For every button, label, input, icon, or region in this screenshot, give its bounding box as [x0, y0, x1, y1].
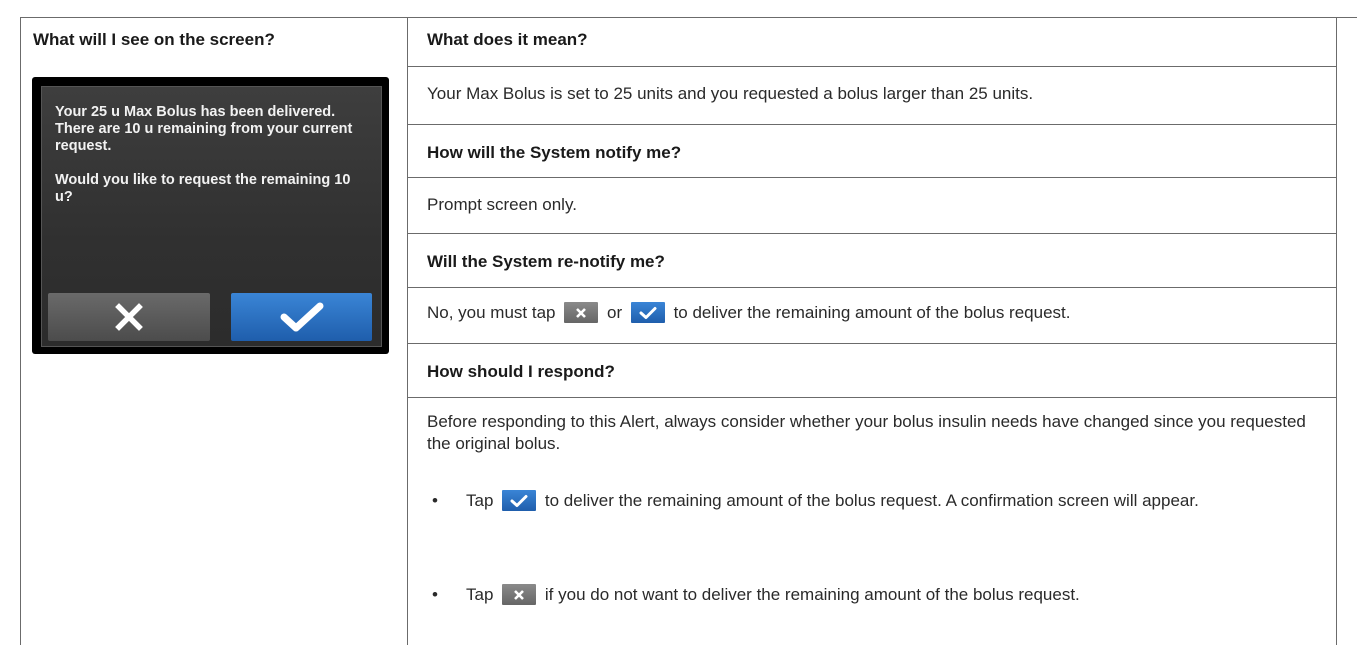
table-right-border	[1336, 17, 1337, 645]
bullet-marker: •	[432, 585, 438, 604]
renotify-text-after: to deliver the remaining amount of the b…	[673, 303, 1071, 322]
renotify-text-or: or	[606, 303, 623, 322]
table-column-divider	[407, 17, 408, 645]
row-divider	[407, 66, 1337, 67]
row-divider	[407, 287, 1337, 288]
row-divider	[407, 343, 1337, 344]
bullet-marker: •	[432, 491, 438, 510]
bullet-tap-label: Tap	[466, 585, 494, 604]
check-icon	[502, 490, 537, 511]
renotify-text-before: No, you must tap	[427, 303, 556, 322]
notify-text: Prompt screen only.	[427, 195, 577, 214]
x-icon	[115, 303, 143, 331]
check-icon	[280, 302, 323, 332]
device-screen-panel: Your 25 u Max Bolus has been delivered. …	[41, 86, 382, 347]
prompt-message: Your 25 u Max Bolus has been delivered. …	[55, 104, 355, 223]
respond-heading: How should I respond?	[427, 362, 615, 381]
respond-bullet-cancel: Tap if you do not want to deliver the re…	[466, 584, 1326, 606]
row-divider	[407, 233, 1337, 234]
row-divider	[407, 177, 1337, 178]
check-icon	[630, 302, 665, 323]
notify-heading: How will the System notify me?	[427, 143, 682, 162]
confirm-button[interactable]	[231, 293, 372, 341]
device-prompt-screen: Your 25 u Max Bolus has been delivered. …	[32, 77, 389, 354]
bullet-confirm-text: to deliver the remaining amount of the b…	[544, 491, 1199, 510]
meaning-heading: What does it mean?	[427, 30, 588, 49]
renotify-heading: Will the System re-notify me?	[427, 252, 665, 271]
table-top-border	[20, 17, 1357, 18]
bullet-tap-label: Tap	[466, 491, 494, 510]
prompt-message-question: Would you like to request the remaining …	[55, 172, 351, 205]
bullet-cancel-text: if you do not want to deliver the remain…	[544, 585, 1080, 604]
respond-bullet-confirm: Tap to deliver the remaining amount of t…	[466, 490, 1296, 512]
meaning-text: Your Max Bolus is set to 25 units and yo…	[427, 84, 1034, 103]
x-icon	[564, 302, 599, 323]
respond-intro: Before responding to this Alert, always …	[427, 412, 1306, 453]
cancel-button[interactable]	[48, 293, 210, 341]
row-divider	[407, 397, 1337, 398]
row-divider	[407, 124, 1337, 125]
left-column-header: What will I see on the screen?	[33, 30, 275, 49]
prompt-message-delivered: Your 25 u Max Bolus has been delivered. …	[55, 104, 353, 154]
x-icon	[502, 584, 537, 605]
renotify-text: No, you must tap or to deliver the remai…	[427, 302, 1070, 324]
table-left-border	[20, 17, 21, 645]
